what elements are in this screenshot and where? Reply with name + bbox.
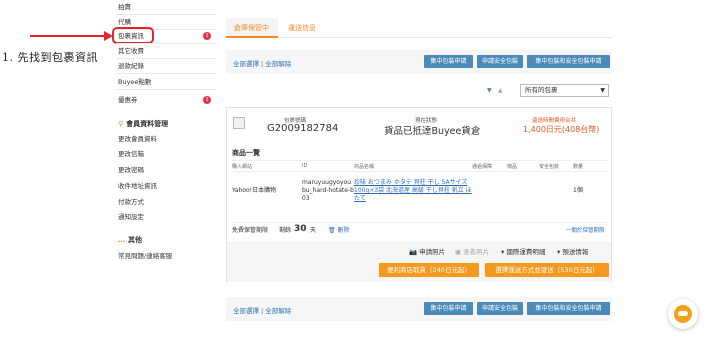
consolidate-button[interactable]: 集中包裝申請 — [424, 55, 473, 68]
toolbar-top: 全部選擇 | 全部解除 集中包裝申請 申請安全包裝 集中包裝和安全包裝申請 — [226, 50, 612, 74]
storage-period-link[interactable]: 一關於保管期限 — [566, 227, 605, 235]
products-title: 商品一覽 — [232, 149, 260, 157]
col-site: 購入網站 — [232, 164, 253, 170]
package-filter-select[interactable]: 所有的包裹 ▼ — [520, 84, 609, 97]
intl-detail-label: 國際運費明細 — [506, 248, 546, 256]
annotation-text: 1. 先找到包裹資訊 — [2, 51, 98, 64]
intl-fee-detail-link[interactable]: ▾ 國際運費明細 — [501, 246, 545, 256]
package-info-badge: 1 — [203, 32, 211, 40]
member-section-label: 會員資料管理 — [126, 120, 169, 128]
sidebar-item-auction[interactable]: 拍賣 — [118, 1, 131, 13]
tab-in-storage[interactable]: 倉庫保管中 — [226, 18, 278, 38]
ship-button[interactable]: 選擇運送方式並發送（530日元起） — [485, 263, 609, 277]
tab-shipping-info[interactable]: 運送信息 — [280, 18, 324, 38]
chatbot-button[interactable] — [668, 299, 698, 329]
coupons-badge: 1 — [203, 96, 211, 104]
dots-icon: … — [118, 236, 125, 244]
toolbar-bottom: 全部選擇 | 全部解除 集中包裝申請 申請安全包裝 集中包裝和安全包裝申請 — [226, 297, 612, 321]
col-qty: 數量 — [573, 164, 584, 170]
package-checkbox[interactable] — [233, 117, 245, 129]
delete-label: 刪除 — [337, 227, 350, 234]
deselect-all-link[interactable]: 全部解除 — [265, 60, 291, 68]
user-icon: ⚲ — [118, 120, 124, 128]
sidebar-item-other-fees[interactable]: 其它收費 — [118, 45, 144, 57]
convenience-store-button[interactable]: 便利商店取貨（240日元起） — [379, 263, 479, 277]
sidebar-item-refunds[interactable]: 退款紀錄 — [118, 60, 144, 72]
sidebar-divider — [116, 89, 216, 90]
package-filter-value: 所有的包裹 — [525, 86, 558, 94]
select-all-link-bottom[interactable]: 全部選擇 — [233, 307, 259, 315]
chevron-down-icon: ▼ — [600, 87, 605, 94]
row-id: maruyuugyoyoubu_hard-hotate-b03 — [302, 179, 354, 202]
estimate-label: 預送情報 — [562, 248, 589, 256]
request-photo-link[interactable]: 📷 申請照片 — [409, 246, 445, 256]
estimate-link[interactable]: ▾ 預送情報 — [557, 246, 588, 256]
consolidate-safe-pack-button-bottom[interactable]: 集中包裝和安全包裝申請 — [527, 302, 610, 315]
sidebar-divider — [116, 43, 216, 44]
col-name: 商品名稱 — [354, 164, 375, 170]
sidebar-divider — [116, 73, 216, 74]
sidebar-item-edit-email[interactable]: 更改信箱 — [118, 148, 144, 160]
row-site: Yahoo!日本購物 — [232, 187, 277, 194]
sort-up-icon[interactable]: ▲ — [498, 87, 503, 94]
days-unit: 天 — [310, 227, 317, 234]
col-guarantee: 通過保障 — [472, 164, 493, 170]
chatbot-eyes — [678, 311, 688, 316]
fee-label: 還送時間費用合共 — [532, 118, 577, 124]
sidebar-item-payment[interactable]: 付款方式 — [118, 196, 144, 208]
col-inspection: 榜品 — [507, 164, 518, 170]
safe-pack-button[interactable]: 申請安全包裝 — [477, 55, 523, 68]
tab-bar: 倉庫保管中 運送信息 — [226, 18, 612, 38]
sort-down-icon[interactable]: ▼ — [487, 87, 492, 94]
row-qty: 1個 — [573, 187, 583, 194]
member-section-title: ⚲ 會員資料管理 — [118, 119, 168, 129]
sidebar-item-coupons[interactable]: 優惠券 — [118, 94, 138, 106]
view-photo-link[interactable]: ▣ 查看照片 — [455, 246, 489, 256]
sidebar-divider — [116, 14, 216, 15]
image-icon: ▣ — [455, 248, 462, 256]
free-storage-label: 免費保管期限 — [232, 227, 269, 234]
remaining-label: 剩餘 — [279, 227, 292, 234]
other-section-label: 其他 — [128, 236, 142, 244]
deselect-all-link-bottom[interactable]: 全部解除 — [265, 307, 291, 315]
consolidate-safe-pack-button[interactable]: 集中包裝和安全包裝申請 — [527, 55, 610, 68]
consolidate-button-bottom[interactable]: 集中包裝申請 — [424, 302, 473, 315]
sidebar-item-notifications[interactable]: 通知設定 — [118, 211, 144, 223]
trash-icon: 🗑 — [328, 227, 336, 234]
chevron-down-icon: ▾ — [501, 248, 505, 256]
actions-row: 📷 申請照片 ▣ 查看照片 ▾ 國際運費明細 ▾ 預送情報 便利商店取貨（240… — [227, 242, 611, 282]
annotation-arrow-line — [30, 34, 108, 37]
products-table-header: 購入網站 ID 商品名稱 通過保障 榜品 安全包裝 數量 — [232, 160, 608, 172]
package-card: 包裹號碼 G2009182784 現在狀態 貨品已抵達Buyee貨倉 還送時間費… — [226, 107, 612, 282]
fee-value: 1,400日元(408台幣) — [523, 125, 600, 134]
selection-controls-bottom: 全部選擇 | 全部解除 — [233, 307, 292, 315]
sidebar-divider — [116, 58, 216, 59]
request-photo-label: 申請照片 — [419, 248, 446, 256]
camera-icon: 📷 — [409, 248, 418, 256]
delete-link[interactable]: 🗑 刪除 — [328, 227, 350, 235]
row-product-link[interactable]: 珍味 おつまみ ホタテ 貝柱 干し SAサイズ 100g×3袋 北海道産 高級 … — [354, 179, 472, 203]
col-id: ID — [302, 163, 308, 169]
other-section-title: … 其他 — [118, 235, 142, 245]
sidebar-item-address[interactable]: 收件地址資訊 — [118, 180, 157, 192]
view-photo-label: 查看照片 — [463, 248, 490, 256]
filter-row: ▼ ▲ 所有的包裹 ▼ — [226, 83, 612, 99]
package-number: G2009182784 — [267, 123, 339, 134]
selection-controls: 全部選擇 | 全部解除 — [233, 60, 292, 68]
free-storage-row: 免費保管期限 剩餘 30 天 🗑 刪除 一關於保管期限 — [232, 222, 608, 236]
safe-pack-button-bottom[interactable]: 申請安全包裝 — [477, 302, 523, 315]
chatbot-icon — [674, 305, 692, 323]
package-status: 貨品已抵達Buyee貨倉 — [384, 126, 481, 137]
main-content: 倉庫保管中 運送信息 全部選擇 | 全部解除 集中包裝申請 申請安全包裝 集中包裝和… — [226, 0, 612, 347]
sidebar-item-points[interactable]: Buyee點數 — [118, 76, 151, 88]
remaining-days: 30 — [294, 224, 307, 234]
chevron-down-icon: ▾ — [557, 248, 561, 256]
highlight-box — [112, 27, 154, 44]
col-safe-pack: 安全包裝 — [539, 164, 560, 170]
select-all-link[interactable]: 全部選擇 — [233, 60, 259, 68]
sidebar-item-faq[interactable]: 常見問題/連絡客服 — [118, 250, 172, 262]
sidebar-item-edit-profile[interactable]: 更改會員資料 — [118, 133, 157, 145]
sidebar-item-edit-password[interactable]: 更改密碼 — [118, 164, 144, 176]
